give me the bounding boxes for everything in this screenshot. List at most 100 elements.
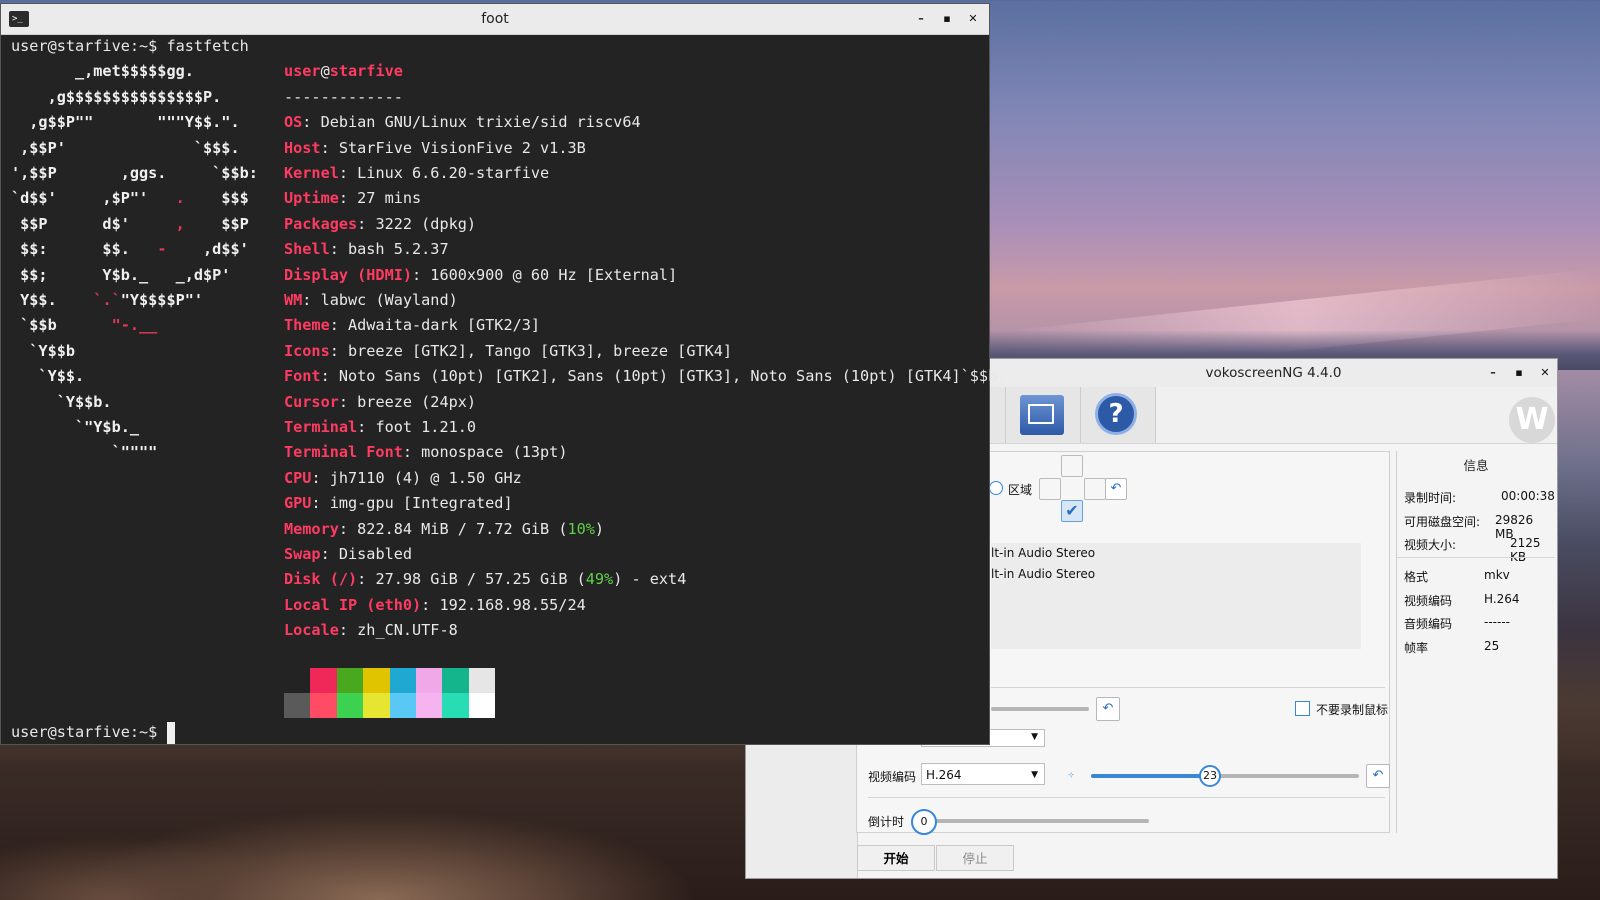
info-key: Packages: [284, 214, 358, 233]
area-confirm-checkbox[interactable]: ✔: [1061, 500, 1083, 522]
info-key: Host: [284, 138, 321, 157]
info-value: : Noto Sans (10pt) [GTK2], Sans (10pt) […: [320, 367, 1007, 386]
no-mouse-checkbox[interactable]: [1295, 701, 1310, 716]
info-key: 格式: [1404, 570, 1429, 584]
countdown-slider[interactable]: [931, 819, 1149, 823]
minimize-button[interactable]: –: [911, 9, 931, 29]
area-right-button[interactable]: [1084, 478, 1106, 500]
info-key: 视频编码: [1404, 594, 1453, 608]
logo-segment: `"""": [11, 443, 158, 462]
quality-slider-handle[interactable]: 23: [1199, 765, 1221, 787]
logo-line: ,$$P' `$$$.: [11, 136, 240, 161]
palette-swatch: [468, 693, 496, 718]
terminal-window[interactable]: >_ foot – ▪ ✕ user@starfive:~$ fastfetch…: [0, 3, 1006, 745]
logo-segment: "-.__: [111, 316, 158, 335]
logo-line: Y$$. `.`"Y$$$$P"': [11, 288, 203, 313]
palette-swatch: [442, 693, 469, 718]
palette-swatch: [336, 668, 364, 693]
info-value: : breeze [GTK2], Tango [GTK3], breeze [G…: [329, 341, 733, 360]
close-button[interactable]: ✕: [963, 9, 983, 29]
close-button[interactable]: ✕: [1535, 363, 1555, 383]
divider: [1397, 557, 1555, 558]
palette-swatch: [363, 693, 390, 718]
info-line: Font: Noto Sans (10pt) [GTK2], Sans (10p…: [284, 364, 1006, 389]
logo-segment: $$: $$.: [11, 240, 158, 259]
vokoscreen-titlebar[interactable]: vokoscreenNG 4.4.0 – ▪ ✕: [990, 359, 1557, 387]
logo-line: `$$b "-.__: [11, 313, 157, 338]
logo-segment: ,d$$': [166, 240, 249, 259]
info-value: 25: [1484, 639, 1500, 653]
info-line: Terminal: foot 1.21.0: [284, 415, 476, 440]
minimize-button[interactable]: –: [1483, 363, 1503, 383]
audio-device-item[interactable]: lt-in Audio Stereo: [991, 564, 1361, 585]
logo-segment: `Y$$.: [11, 367, 85, 386]
window-icon: [1020, 395, 1064, 435]
vokoscreen-title: vokoscreenNG 4.4.0: [1205, 365, 1342, 381]
quality-slider[interactable]: [1091, 774, 1359, 778]
prompt-line[interactable]: user@starfive:~$: [11, 720, 176, 745]
prompt: user@starfive:~$: [11, 723, 158, 741]
no-mouse-label: 不要录制鼠标: [1316, 703, 1389, 717]
tab-hidden[interactable]: [990, 387, 1006, 443]
info-line: Local IP (eth0): 192.168.98.55/24: [284, 593, 586, 618]
logo-segment: $$P: [184, 214, 249, 233]
info-value: : monospace (13pt): [402, 443, 568, 462]
quality-reset-icon[interactable]: ↶: [1366, 764, 1390, 788]
info-value: H.264: [1484, 592, 1520, 606]
info-line: Memory: 822.84 MiB / 7.72 GiB (10%): [284, 517, 604, 542]
volume-reset-icon[interactable]: ↶: [1096, 697, 1120, 721]
tab-screens[interactable]: [1006, 387, 1081, 443]
palette-swatch: [415, 693, 443, 718]
audio-device-item[interactable]: lt-in Audio Stereo: [991, 543, 1361, 564]
logo-segment: $$; Y$b._ _,d$P': [11, 265, 231, 284]
divider-line: -------------: [284, 87, 403, 106]
area-left-button[interactable]: [1039, 478, 1061, 500]
logo-segment: "Y$$$$P"': [120, 291, 204, 309]
info-value: 00:00:38: [1501, 489, 1555, 503]
info-value: : 192.168.98.55/24: [421, 595, 586, 614]
info-value: : labwc (Wayland): [302, 291, 458, 309]
info-value: : foot 1.21.0: [357, 418, 477, 436]
start-button[interactable]: 开始: [857, 845, 935, 871]
terminal-output[interactable]: user@starfive:~$ fastfetch user@starfive…: [11, 34, 1006, 745]
maximize-button[interactable]: ▪: [1509, 363, 1529, 383]
info-key: 视频大小:: [1404, 538, 1457, 552]
info-key: Disk (/): [284, 570, 358, 589]
info-line: Cursor: breeze (24px): [284, 390, 476, 415]
info-value: : zh_CN.UTF-8: [338, 621, 458, 640]
tab-help[interactable]: ?: [1081, 387, 1156, 443]
logo-segment: $$P d$': [11, 214, 176, 233]
logo-line: $$: $$. - ,d$$': [11, 237, 249, 262]
info-value: : breeze (24px): [338, 392, 477, 411]
logo-segment: ,g$$$$$$$$$$$$$$$P.: [11, 87, 222, 106]
info-line: Terminal Font: monospace (13pt): [284, 440, 567, 465]
logo-segment: `Y$$b: [11, 341, 76, 360]
countdown-slider-handle[interactable]: 0: [911, 809, 937, 835]
video-codec-combo[interactable]: H.264 ▼: [921, 763, 1045, 785]
info-key: CPU: [284, 468, 312, 487]
maximize-button[interactable]: ▪: [937, 9, 957, 29]
user-host-line: user@starfive: [284, 59, 403, 84]
volume-slider[interactable]: [991, 707, 1089, 711]
logo-segment: Y$$.: [11, 291, 94, 309]
logo-segment: `$$b: [11, 316, 112, 335]
info-line: Host: StarFive VisionFive 2 v1.3B: [284, 136, 586, 161]
palette-swatch: [336, 693, 364, 718]
area-top-button[interactable]: [1061, 455, 1083, 477]
logo-segment: ,$$P' `$$$.: [11, 138, 240, 157]
logo-line: `Y$$.: [11, 364, 84, 389]
logo-segment: `Y$$b.: [11, 392, 112, 411]
video-codec-label: 视频编码: [868, 770, 917, 784]
info-line: GPU: img-gpu [Integrated]: [284, 491, 513, 516]
palette-swatch: [284, 693, 311, 718]
terminal-titlebar[interactable]: >_ foot – ▪ ✕: [1, 4, 989, 35]
palette-swatch: [468, 668, 496, 693]
audio-device-list[interactable]: lt-in Audio Stereo lt-in Audio Stereo: [991, 543, 1361, 649]
area-reset-icon[interactable]: ↶: [1105, 478, 1127, 500]
info-key: Local IP (eth0): [284, 595, 422, 614]
logo-segment: `.`: [93, 291, 121, 309]
info-percent: 49%: [585, 570, 614, 589]
stop-button[interactable]: 停止: [936, 845, 1014, 871]
region-radio[interactable]: [989, 481, 1003, 495]
logo-line: `d$$' ,$P"' . $$$: [11, 186, 249, 211]
